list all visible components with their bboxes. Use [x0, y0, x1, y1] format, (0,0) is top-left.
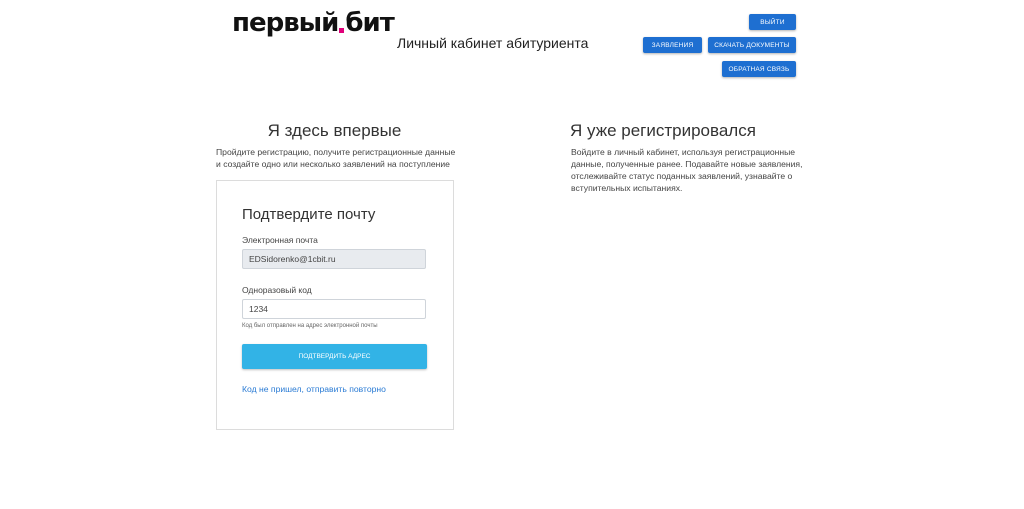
feedback-button[interactable]: Обратная связь [722, 61, 796, 77]
logo-text-left: первый [232, 8, 339, 38]
new-user-heading: Я здесь впервые [267, 121, 402, 140]
logo-text-right: бит [345, 8, 394, 38]
code-label: Одноразовый код [242, 285, 312, 295]
applications-button[interactable]: Заявления [643, 37, 702, 53]
confirm-email-card: Подтвердите почту Электронная почта EDSi… [216, 180, 454, 430]
download-documents-button[interactable]: Скачать документы [708, 37, 796, 53]
page: первый бит Личный кабинет абитуриента Вый… [0, 0, 1024, 509]
registered-user-heading: Я уже регистрировался [570, 121, 756, 140]
email-label: Электронная почта [242, 235, 318, 245]
card-title: Подтвердите почту [242, 206, 376, 223]
email-field[interactable]: EDSidorenko@1cbit.ru [242, 249, 426, 269]
logo-dot-icon [339, 28, 345, 33]
confirm-address-button[interactable]: Подтвердить адрес [242, 344, 427, 369]
resend-code-link[interactable]: Код не пришел, отправить повторно [242, 384, 386, 394]
logo[interactable]: первый бит [232, 8, 395, 38]
new-user-description: Пройдите регистрацию, получите регистрац… [216, 147, 456, 169]
logout-button[interactable]: Выйти [749, 14, 796, 30]
registered-user-description: Войдите в личный кабинет, используя реги… [571, 147, 803, 193]
page-title: Личный кабинет абитуриента [397, 35, 589, 51]
code-hint: Код был отправлен на адрес электронной п… [242, 323, 378, 329]
code-input[interactable]: 1234 [242, 299, 426, 319]
